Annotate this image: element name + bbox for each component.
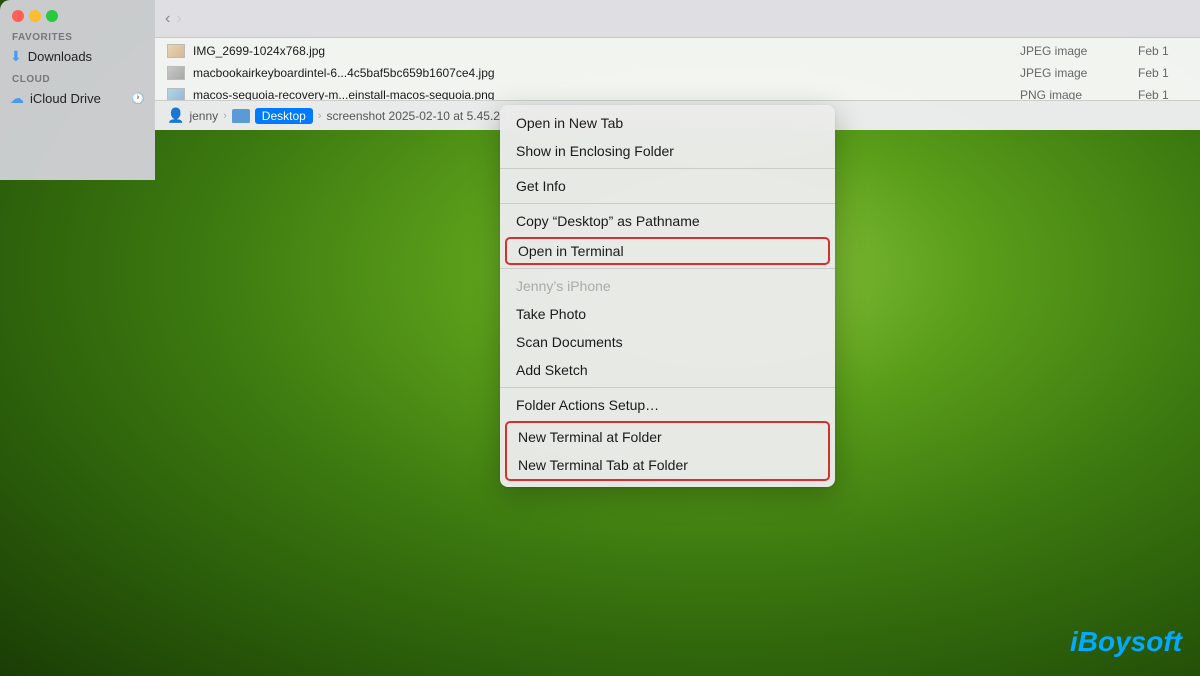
menu-scan-docs-label: Scan Documents bbox=[516, 334, 623, 350]
menu-open-new-tab-label: Open in New Tab bbox=[516, 115, 623, 131]
menu-copy-pathname-label: Copy “Desktop” as Pathname bbox=[516, 213, 700, 229]
menu-new-terminal-tab-label: New Terminal Tab at Folder bbox=[518, 457, 688, 473]
file-list: IMG_2699-1024x768.jpg JPEG image Feb 1 m… bbox=[155, 38, 1200, 100]
menu-separator-2 bbox=[500, 203, 835, 204]
menu-separator-3 bbox=[500, 268, 835, 269]
finder-toolbar: ‹ › bbox=[155, 0, 1200, 38]
icloud-sync-icon: 🕐 bbox=[131, 92, 145, 105]
menu-terminal-group: New Terminal at Folder New Terminal Tab … bbox=[505, 421, 830, 481]
file-type: JPEG image bbox=[1020, 44, 1130, 58]
menu-item-jennys-iphone: Jenny’s iPhone bbox=[500, 272, 835, 300]
icloud-icon: ☁ bbox=[10, 90, 24, 107]
menu-show-enclosing-label: Show in Enclosing Folder bbox=[516, 143, 674, 159]
file-row[interactable]: IMG_2699-1024x768.jpg JPEG image Feb 1 bbox=[155, 40, 1200, 62]
file-date: Feb 1 bbox=[1138, 88, 1188, 100]
menu-item-show-enclosing[interactable]: Show in Enclosing Folder bbox=[500, 137, 835, 165]
context-menu: Open in New Tab Show in Enclosing Folder… bbox=[500, 105, 835, 487]
menu-item-open-new-tab[interactable]: Open in New Tab bbox=[500, 109, 835, 137]
file-name: macbookairkeyboardintel-6...4c5baf5bc659… bbox=[193, 66, 1012, 80]
menu-separator-4 bbox=[500, 387, 835, 388]
menu-get-info-label: Get Info bbox=[516, 178, 566, 194]
cloud-section-label: Cloud bbox=[0, 68, 155, 87]
menu-take-photo-label: Take Photo bbox=[516, 306, 586, 322]
menu-item-copy-pathname[interactable]: Copy “Desktop” as Pathname bbox=[500, 207, 835, 235]
finder-main-panel: ‹ › IMG_2699-1024x768.jpg JPEG image Feb… bbox=[155, 0, 1200, 100]
menu-item-take-photo[interactable]: Take Photo bbox=[500, 300, 835, 328]
file-row[interactable]: macos-sequoia-recovery-m...einstall-maco… bbox=[155, 84, 1200, 100]
user-folder-icon: 👤 bbox=[167, 107, 184, 124]
forward-icon[interactable]: › bbox=[176, 10, 181, 28]
menu-folder-actions-label: Folder Actions Setup… bbox=[516, 397, 659, 413]
sidebar-item-icloud[interactable]: ☁ iCloud Drive 🕐 bbox=[0, 87, 155, 110]
sidebar-icloud-label: iCloud Drive bbox=[30, 91, 101, 106]
macbook-icon bbox=[167, 66, 185, 80]
menu-separator-1 bbox=[500, 168, 835, 169]
back-icon[interactable]: ‹ bbox=[165, 10, 170, 28]
favorites-section-label: Favorites bbox=[0, 28, 155, 45]
close-button[interactable] bbox=[12, 10, 24, 22]
minimize-button[interactable] bbox=[29, 10, 41, 22]
menu-item-new-terminal-folder[interactable]: New Terminal at Folder bbox=[507, 423, 828, 451]
menu-jennys-iphone-label: Jenny’s iPhone bbox=[516, 278, 611, 294]
file-date: Feb 1 bbox=[1138, 66, 1188, 80]
file-date: Feb 1 bbox=[1138, 44, 1188, 58]
file-name: macos-sequoia-recovery-m...einstall-maco… bbox=[193, 88, 1012, 100]
menu-add-sketch-label: Add Sketch bbox=[516, 362, 588, 378]
finder-sidebar: Favorites ⬇ Downloads Cloud ☁ iCloud Dri… bbox=[0, 0, 155, 180]
traffic-lights bbox=[0, 0, 155, 28]
sidebar-item-downloads[interactable]: ⬇ Downloads bbox=[0, 45, 155, 68]
file-type: JPEG image bbox=[1020, 66, 1130, 80]
breadcrumb-user: jenny bbox=[189, 109, 218, 123]
menu-item-open-terminal[interactable]: Open in Terminal bbox=[505, 237, 830, 265]
fullscreen-button[interactable] bbox=[46, 10, 58, 22]
file-row[interactable]: macbookairkeyboardintel-6...4c5baf5bc659… bbox=[155, 62, 1200, 84]
breadcrumb-folder-active[interactable]: Desktop bbox=[255, 108, 313, 124]
iboysoft-label: iBoysoft bbox=[1070, 626, 1182, 657]
menu-item-get-info[interactable]: Get Info bbox=[500, 172, 835, 200]
menu-item-add-sketch[interactable]: Add Sketch bbox=[500, 356, 835, 384]
breadcrumb-sep2: › bbox=[318, 110, 322, 122]
file-type: PNG image bbox=[1020, 88, 1130, 100]
jpg-icon bbox=[167, 44, 185, 58]
menu-item-new-terminal-tab[interactable]: New Terminal Tab at Folder bbox=[507, 451, 828, 479]
sidebar-downloads-label: Downloads bbox=[28, 49, 92, 64]
menu-open-terminal-label: Open in Terminal bbox=[518, 243, 624, 259]
menu-item-folder-actions[interactable]: Folder Actions Setup… bbox=[500, 391, 835, 419]
download-icon: ⬇ bbox=[10, 48, 22, 65]
png-icon bbox=[167, 88, 185, 100]
iboysoft-watermark: iBoysoft bbox=[1070, 626, 1182, 658]
menu-new-terminal-folder-label: New Terminal at Folder bbox=[518, 429, 662, 445]
desktop-folder-icon bbox=[232, 109, 250, 123]
breadcrumb-sep1: › bbox=[223, 110, 227, 122]
menu-item-scan-docs[interactable]: Scan Documents bbox=[500, 328, 835, 356]
file-name: IMG_2699-1024x768.jpg bbox=[193, 44, 1012, 58]
